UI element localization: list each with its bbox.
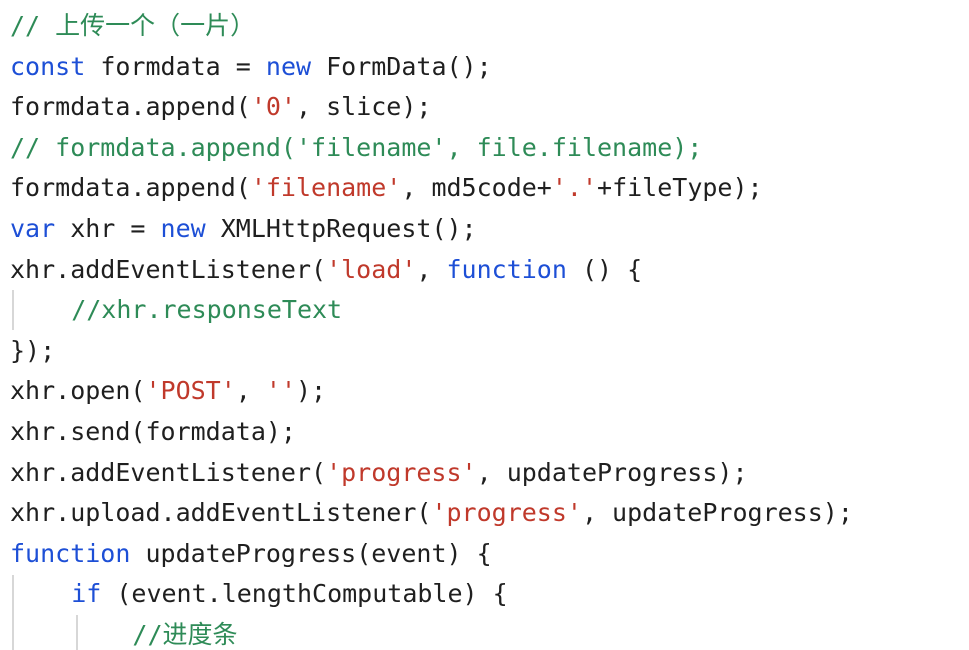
code-token-comment: //xhr.responseText [71, 295, 343, 325]
code-token-default: xhr.open( [10, 376, 146, 406]
code-token-default: , updateProgress); [476, 457, 748, 487]
code-token-default: }); [10, 335, 56, 365]
code-line[interactable]: if (event.lengthComputable) { [71, 574, 508, 614]
code-line[interactable]: xhr.addEventListener('load', function ()… [10, 250, 642, 290]
indent-guide [12, 290, 14, 330]
code-token-keyword: function [10, 538, 131, 568]
code-line[interactable]: xhr.upload.addEventListener('progress', … [10, 493, 853, 533]
code-line[interactable]: //进度条 [132, 615, 237, 650]
code-token-default: +fileType); [597, 173, 763, 203]
code-token-string: 'progress' [326, 457, 477, 487]
code-token-default: xhr.send(formdata); [10, 417, 296, 446]
code-token-default: xhr.addEventListener( [10, 254, 327, 284]
indent-guide [76, 615, 78, 650]
code-token-default: FormData(); [311, 51, 492, 81]
code-token-string: '.' [551, 173, 598, 203]
code-token-default: , slice); [295, 92, 432, 122]
code-token-comment: // 上传一个（一片） [10, 11, 256, 40]
code-token-keyword: const [10, 51, 86, 81]
code-token-default: , md5code+ [401, 173, 552, 203]
code-token-string: '0' [250, 92, 296, 122]
indent-guide [12, 575, 14, 650]
code-editor[interactable]: // 上传一个（一片） const formdata = new FormData… [0, 0, 969, 650]
code-line[interactable]: }); [10, 331, 55, 371]
code-token-default: xhr = [55, 214, 161, 243]
code-line[interactable]: function updateProgress(event) { [10, 534, 492, 574]
code-line[interactable]: xhr.addEventListener('progress', updateP… [10, 453, 748, 493]
code-token-keyword: function [446, 254, 567, 284]
code-token-default: xhr.addEventListener( [10, 457, 327, 487]
code-line[interactable]: const formdata = new FormData(); [10, 47, 492, 87]
code-token-string: '' [265, 376, 296, 406]
code-token-string: 'load' [326, 254, 417, 284]
code-token-string: 'filename' [250, 173, 402, 203]
code-token-comment: //进度条 [132, 620, 238, 649]
code-line[interactable]: formdata.append('filename', md5code+'.'+… [10, 168, 763, 208]
code-line[interactable]: formdata.append('0', slice); [10, 87, 431, 127]
code-token-default: xhr.upload.addEventListener( [10, 498, 432, 528]
code-token-string: 'POST' [145, 376, 236, 406]
code-token-default: , [416, 254, 447, 284]
code-token-default: formdata.append( [10, 173, 251, 203]
code-token-keyword: new [265, 51, 312, 81]
code-token-default: () { [566, 254, 643, 284]
code-token-default: XMLHttpRequest(); [205, 214, 477, 243]
code-line[interactable]: xhr.send(formdata); [10, 412, 296, 452]
code-line[interactable]: //xhr.responseText [71, 290, 342, 330]
code-token-default: updateProgress(event) { [130, 538, 492, 568]
code-token-default: (event.lengthComputable) { [101, 579, 508, 609]
code-token-default: formdata.append( [10, 92, 251, 122]
code-token-string: 'progress' [431, 498, 582, 528]
code-token-keyword: if [71, 579, 102, 609]
code-line[interactable]: // formdata.append('filename', file.file… [10, 128, 702, 168]
code-token-default: ); [296, 376, 327, 406]
code-line[interactable]: // 上传一个（一片） [10, 6, 255, 46]
code-token-keyword: var [10, 214, 56, 243]
code-token-default: formdata = [85, 51, 266, 81]
code-line[interactable]: xhr.open('POST', ''); [10, 371, 326, 411]
code-token-default: , updateProgress); [581, 498, 853, 528]
code-token-comment: // formdata.append('filename', file.file… [10, 132, 703, 162]
code-token-default: , [235, 376, 266, 406]
code-token-keyword: new [160, 214, 206, 243]
code-line[interactable]: var xhr = new XMLHttpRequest(); [10, 209, 477, 249]
